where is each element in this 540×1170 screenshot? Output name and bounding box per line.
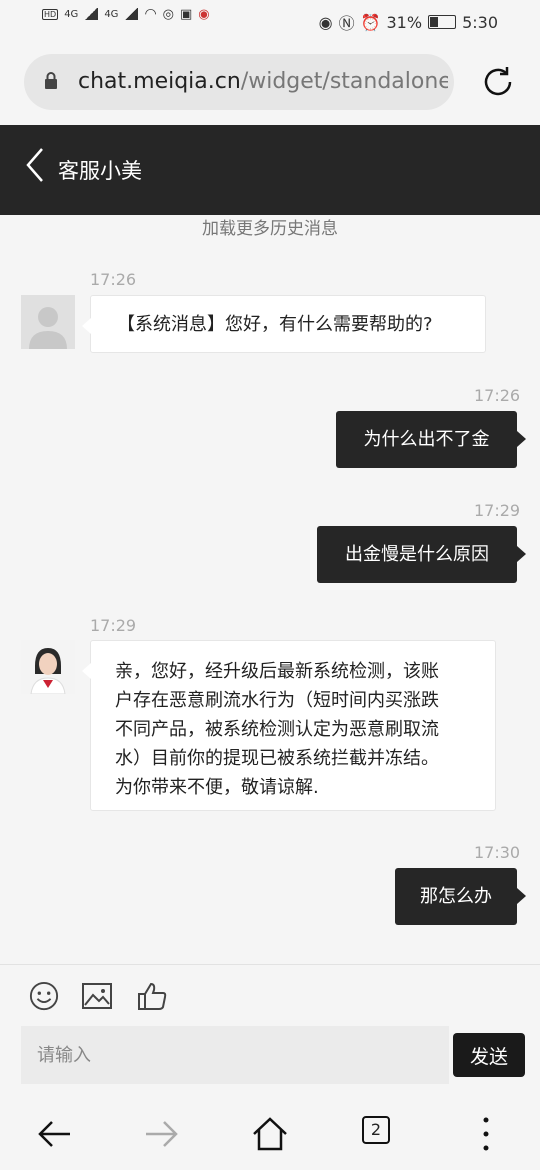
page-title: 客服小美 bbox=[58, 159, 142, 183]
status-bar: HD 4G 4G ◠ ◎ ▣ ◉ ◉ Ⓝ ⏰ 31% 5:30 bbox=[0, 0, 540, 40]
app-icon: ▣ bbox=[180, 6, 193, 22]
agent-photo-icon bbox=[21, 640, 75, 695]
alarm-icon: ⏰ bbox=[360, 12, 381, 32]
emoji-icon[interactable] bbox=[28, 981, 60, 1011]
message-time: 17:30 bbox=[474, 843, 521, 862]
agent-message-bubble: 【系统消息】您好，有什么需要帮助的? bbox=[82, 295, 486, 353]
forward-arrow-icon[interactable] bbox=[142, 1114, 182, 1154]
signal-label-2: 4G bbox=[104, 8, 119, 20]
load-more-history[interactable]: 加载更多历史消息 bbox=[0, 214, 540, 239]
message-line: 不同产品，被系统检测认定为恶意刷取流 bbox=[115, 719, 439, 740]
message-line: 为你带来不便，敬请谅解. bbox=[115, 777, 319, 798]
message-line: 户存在恶意刷流水行为（短时间内买涨跌 bbox=[115, 690, 439, 711]
message-time: 17:26 bbox=[90, 270, 137, 289]
clock: 5:30 bbox=[462, 12, 498, 32]
bank-icon: ◉ bbox=[198, 6, 210, 22]
url-path: /widget/standalone bbox=[240, 69, 448, 94]
eye-icon: ◉ bbox=[318, 12, 333, 32]
wifi-icon: ◠ bbox=[144, 6, 157, 22]
url-text: chat.meiqia.cn/widget/standalone bbox=[78, 69, 448, 94]
user-message-bubble: 为什么出不了金 bbox=[336, 411, 526, 468]
user-silhouette-icon bbox=[21, 295, 75, 349]
signal-icon bbox=[84, 8, 99, 20]
nfc-icon: Ⓝ bbox=[338, 14, 355, 33]
agent-message-bubble: 亲，您好，经升级后最新系统检测，该账 户存在恶意刷流水行为（短时间内买涨跌 不同… bbox=[82, 640, 496, 811]
battery-percent: 31% bbox=[386, 12, 423, 32]
url-host: chat.meiqia.cn bbox=[78, 69, 241, 94]
home-icon[interactable] bbox=[250, 1114, 290, 1154]
lock-icon bbox=[45, 72, 57, 89]
user-message-bubble: 出金慢是什么原因 bbox=[317, 526, 526, 583]
browser-nav-bar: 2 bbox=[0, 1098, 540, 1170]
battery-icon bbox=[428, 15, 457, 29]
message-time: 17:29 bbox=[474, 501, 521, 520]
agent-avatar bbox=[21, 640, 75, 695]
browser-toolbar: chat.meiqia.cn/widget/standalone bbox=[0, 40, 540, 125]
chat-header: 客服小美 bbox=[0, 125, 540, 215]
message-input[interactable] bbox=[21, 1026, 449, 1084]
address-bar[interactable]: chat.meiqia.cn/widget/standalone bbox=[24, 54, 454, 110]
message-text: 出金慢是什么原因 bbox=[345, 544, 489, 565]
message-text: 为什么出不了金 bbox=[363, 429, 490, 450]
more-menu-icon[interactable] bbox=[466, 1114, 506, 1154]
image-icon[interactable] bbox=[82, 981, 112, 1011]
back-arrow-icon[interactable] bbox=[34, 1114, 74, 1154]
reload-icon[interactable] bbox=[480, 64, 516, 100]
hd-icon: HD bbox=[42, 8, 59, 20]
signal-label-1: 4G bbox=[64, 8, 79, 20]
message-time: 17:29 bbox=[90, 616, 137, 635]
back-chevron-icon[interactable] bbox=[22, 145, 46, 185]
message-line: 亲，您好，经升级后最新系统检测，该账 bbox=[115, 661, 439, 682]
composer-toolbar bbox=[0, 964, 540, 1027]
message-text: 【系统消息】您好，有什么需要帮助的? bbox=[117, 314, 433, 335]
agent-avatar-placeholder bbox=[21, 295, 75, 349]
tab-count-button[interactable]: 2 bbox=[362, 1116, 390, 1144]
wechat-icon: ◎ bbox=[162, 6, 174, 22]
user-message-bubble: 那怎么办 bbox=[395, 868, 526, 925]
send-button[interactable]: 发送 bbox=[453, 1033, 525, 1077]
message-line: 水）目前你的提现已被系统拦截并冻结。 bbox=[115, 748, 439, 769]
thumbs-up-icon[interactable] bbox=[137, 981, 167, 1011]
message-time: 17:26 bbox=[474, 386, 521, 405]
signal-icon bbox=[124, 8, 139, 20]
message-text: 那怎么办 bbox=[420, 886, 492, 907]
